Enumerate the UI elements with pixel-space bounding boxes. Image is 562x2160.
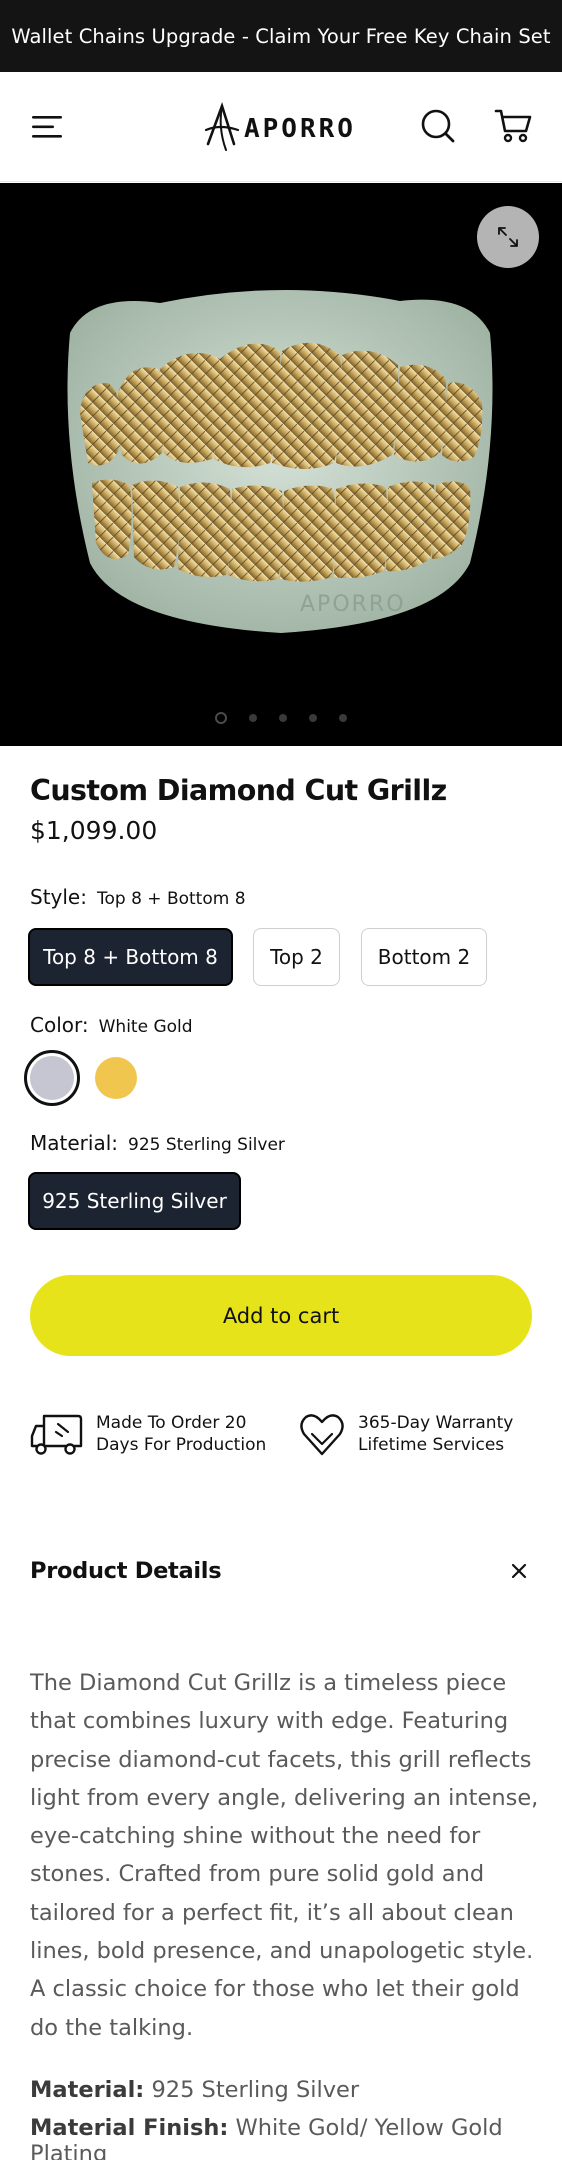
feature-warranty-line2: Lifetime Services: [358, 1435, 505, 1455]
heart-hands-icon: [300, 1414, 344, 1456]
material-label-row: Material: 925 Sterling Silver: [30, 1131, 285, 1155]
zoom-button[interactable]: [477, 206, 539, 268]
material-selected-value: 925 Sterling Silver: [128, 1135, 285, 1155]
close-icon[interactable]: [510, 1562, 528, 1580]
menu-icon[interactable]: [32, 113, 64, 141]
feature-production-line2: Days For Production: [96, 1435, 267, 1455]
expand-icon: [498, 227, 518, 247]
spec-material: Material: 925 Sterling Silver: [30, 2077, 359, 2103]
logo-mark-icon: [204, 101, 240, 151]
product-image[interactable]: APORRO: [0, 183, 562, 746]
white-gold-swatch-fill: [30, 1056, 74, 1100]
spec-material-label: Material:: [30, 2077, 145, 2103]
gallery-dot-4[interactable]: [309, 714, 317, 722]
feature-production-line1: Made To Order 20: [96, 1413, 247, 1433]
feature-warranty-text: 365-Day Warranty Lifetime Services: [358, 1412, 513, 1456]
feature-production-text: Made To Order 20 Days For Production: [96, 1412, 266, 1456]
product-image-gallery[interactable]: APORRO: [0, 183, 562, 746]
product-title: Custom Diamond Cut Grillz: [30, 774, 447, 807]
gallery-dot-3[interactable]: [279, 714, 287, 722]
spec-material-finish: Material Finish: White Gold/ Yellow Gold…: [30, 2115, 562, 2160]
brand-logo[interactable]: APORRO: [204, 99, 364, 153]
cart-icon[interactable]: [494, 106, 532, 144]
gallery-pagination: [0, 712, 562, 724]
brand-name: APORRO: [244, 114, 356, 144]
product-price: $1,099.00: [30, 816, 158, 845]
delivery-truck-icon: [30, 1414, 83, 1455]
style-selected-value: Top 8 + Bottom 8: [96, 889, 246, 909]
feature-production: Made To Order 20 Days For Production: [30, 1410, 266, 1458]
color-swatch-yellow-gold[interactable]: [95, 1057, 137, 1099]
color-swatch-white-gold[interactable]: [24, 1050, 80, 1106]
gallery-dot-1[interactable]: [215, 712, 227, 724]
site-header: APORRO: [0, 72, 562, 182]
add-to-cart-button[interactable]: Add to cart: [30, 1275, 532, 1356]
product-details-title: Product Details: [30, 1558, 222, 1584]
material-option-sterling-silver[interactable]: 925 Sterling Silver: [28, 1172, 241, 1230]
color-label-row: Color: White Gold: [30, 1013, 193, 1037]
search-icon[interactable]: [420, 108, 456, 144]
color-selected-value: White Gold: [98, 1017, 193, 1037]
feature-warranty: 365-Day Warranty Lifetime Services: [298, 1410, 513, 1458]
spec-material-value: 925 Sterling Silver: [151, 2077, 360, 2103]
color-label: Color:: [30, 1013, 89, 1037]
material-label: Material:: [30, 1131, 118, 1155]
style-label-row: Style: Top 8 + Bottom 8: [30, 885, 246, 909]
product-description: The Diamond Cut Grillz is a timeless pie…: [30, 1670, 539, 2041]
announcement-bar[interactable]: Wallet Chains Upgrade - Claim Your Free …: [0, 0, 562, 72]
image-watermark: APORRO: [300, 592, 406, 617]
style-label: Style:: [30, 885, 87, 909]
style-option-top8-bottom8[interactable]: Top 8 + Bottom 8: [28, 928, 233, 986]
spec-finish-label: Material Finish:: [30, 2115, 229, 2141]
feature-warranty-line1: 365-Day Warranty: [358, 1413, 514, 1433]
announcement-text: Wallet Chains Upgrade - Claim Your Free …: [11, 24, 551, 48]
style-option-bottom2[interactable]: Bottom 2: [361, 928, 487, 986]
gallery-dot-5[interactable]: [339, 714, 347, 722]
gallery-dot-2[interactable]: [249, 714, 257, 722]
product-details-toggle[interactable]: Product Details: [30, 1556, 532, 1586]
style-option-top2[interactable]: Top 2: [253, 928, 340, 986]
